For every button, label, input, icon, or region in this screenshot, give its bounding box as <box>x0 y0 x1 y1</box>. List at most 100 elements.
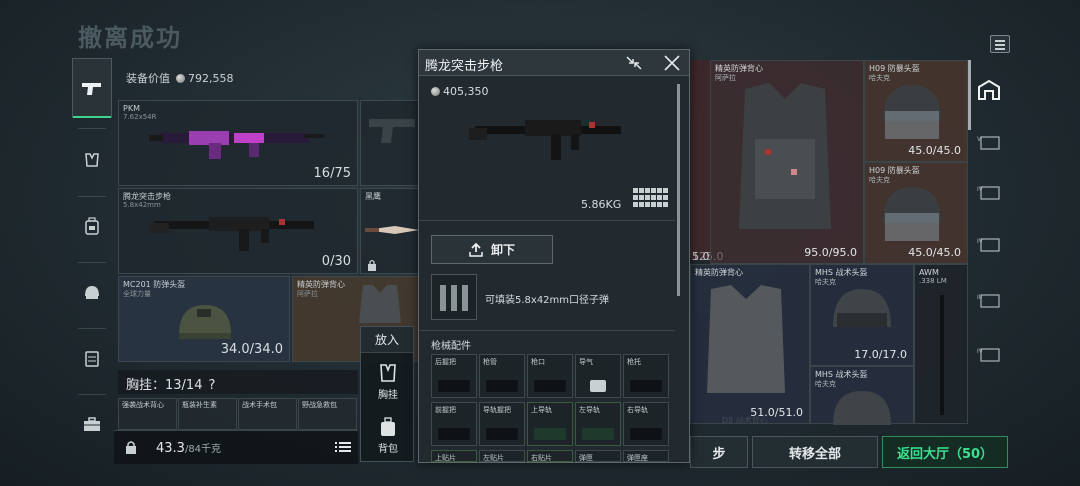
storage-4-icon[interactable]: IV <box>975 178 1003 206</box>
attachment-slot[interactable]: 枪管 <box>479 354 525 398</box>
unload-icon <box>469 242 483 257</box>
close-icon[interactable] <box>663 55 681 71</box>
storage-2-icon[interactable]: III <box>975 286 1003 314</box>
put-into-chest-rig[interactable]: 胸挂 <box>361 363 415 401</box>
slot-sub: 7.62x54R <box>123 113 157 121</box>
item-detail-popup: 腾龙突击步枪 405,350 5.86KG 卸下 可填装5.8x42mm口径子弹… <box>418 49 690 463</box>
backpack-icon <box>381 417 395 436</box>
item-name: H09 防暴头盔 <box>869 166 920 175</box>
item-name: AWM <box>919 268 939 277</box>
attachment-slot[interactable]: 上导轨 <box>527 402 573 446</box>
sort-button[interactable]: 步 <box>690 436 748 468</box>
armor-vest-image <box>359 285 401 323</box>
chest-rig-item[interactable]: 瓶装补生素 <box>178 398 237 430</box>
attachment-slot[interactable]: 枪口 <box>527 354 573 398</box>
carry-weight: 43.3/84千克 <box>156 440 221 456</box>
slot-melee[interactable]: 黑鹰 <box>360 188 420 274</box>
put-into-backpack-label: 背包 <box>378 444 398 455</box>
chest-rig-item[interactable]: 战术手术包 <box>238 398 297 430</box>
collapse-icon[interactable] <box>625 55 643 71</box>
chest-rig-item[interactable]: 强袭战术背心 <box>118 398 177 430</box>
case-icon <box>85 351 99 367</box>
attachment-slot[interactable]: 左贴片 <box>479 450 525 462</box>
nav-chest-rig[interactable] <box>72 130 112 190</box>
attachment-slot[interactable]: 枪托 <box>623 354 669 398</box>
attachment-slot[interactable]: 右贴片 <box>527 450 573 462</box>
attachment-slot[interactable]: 弹匣座 <box>623 450 669 462</box>
vest-image <box>707 285 785 393</box>
loot-item-helmet-1[interactable]: H09 防暴头盔 哈夫克 45.0/45.0 <box>864 60 968 162</box>
grid-size-icon <box>633 188 669 208</box>
popup-price: 405,350 <box>431 85 489 98</box>
item-name: MHS 战术头盔 <box>815 370 868 379</box>
attachment-slot[interactable]: 导轨握把 <box>479 402 525 446</box>
tactical-helmet-image <box>833 289 891 327</box>
attachment-slot[interactable]: 上贴片 <box>431 450 477 462</box>
pistol-silhouette <box>369 119 415 143</box>
put-into-chest-rig-label: 胸挂 <box>378 390 398 401</box>
attachment-label: 右导轨 <box>627 406 648 414</box>
item-durability: 45.0/45.0 <box>908 144 961 157</box>
helmet-icon <box>85 286 99 299</box>
slot-secondary-weapon[interactable]: 腾龙突击步枪 5.8x42mm 0/30 <box>118 188 358 274</box>
transfer-all-button[interactable]: 转移全部 <box>752 436 878 468</box>
attachment-label: 导气 <box>579 358 593 366</box>
ammo-compat-text: 可填装5.8x42mm口径子弹 <box>485 295 610 306</box>
pkm-weapon-image <box>149 131 324 159</box>
storage-3-icon[interactable]: IV <box>975 230 1003 258</box>
attachment-label: 左导轨 <box>579 406 600 414</box>
attachment-slot[interactable]: 左导轨 <box>575 402 621 446</box>
slot-sub: 全球力量 <box>123 290 151 298</box>
slot-name: 精英防弹背心 <box>297 280 345 289</box>
attachment-slot[interactable]: 导气 <box>575 354 621 398</box>
loot-item-awm[interactable]: AWM .338 LM <box>914 264 968 424</box>
durability: 34.0/34.0 <box>220 342 283 357</box>
item-name: 精英防弹背心 <box>695 268 743 277</box>
loot-item-helmet-2[interactable]: H09 防暴头盔 哈夫克 45.0/45.0 <box>864 162 968 264</box>
safehouse-icon[interactable] <box>975 76 1003 104</box>
popup-scrollbar[interactable] <box>677 84 680 296</box>
nav-weapon-pistol[interactable] <box>72 58 112 118</box>
loot-item-vest-2[interactable]: 精英防弹背心 51.0/51.0 <box>690 264 810 424</box>
attachment-slot[interactable]: 弹匣 <box>575 450 621 462</box>
riot-helmet-image <box>883 187 941 241</box>
nav-case[interactable] <box>72 328 112 388</box>
storage-1-icon[interactable]: IV <box>975 340 1003 368</box>
loot-item-vest-large[interactable]: 精英防弹背心 阿萨拉 95.0/95.0 <box>710 60 864 264</box>
loot-item-mhs-helmet-1[interactable]: MHS 战术头盔 哈夫克 17.0/17.0 <box>810 264 914 366</box>
svg-text:IV: IV <box>977 348 984 355</box>
chest-rig-header: 胸挂：13/14? <box>118 370 358 394</box>
slot-helmet[interactable]: MC201 防弹头盔 全球力量 34.0/34.0 <box>118 276 290 362</box>
put-into-backpack[interactable]: 背包 <box>361 417 415 455</box>
attachment-slot[interactable]: 右导轨 <box>623 402 669 446</box>
unload-button[interactable]: 卸下 <box>431 235 553 264</box>
nav-toolbox[interactable] <box>72 394 112 454</box>
unload-label: 卸下 <box>490 243 515 257</box>
attachment-slot[interactable]: 后握把 <box>431 354 477 398</box>
ammo-type-icon <box>431 274 477 320</box>
slot-pistol[interactable] <box>360 100 420 186</box>
menu-icon[interactable] <box>990 35 1010 53</box>
loot-scrollbar[interactable] <box>968 60 971 130</box>
loot-item-mhs-helmet-2[interactable]: MHS 战术头盔 哈夫克 <box>810 366 914 425</box>
item-sub: .338 LM <box>919 277 947 285</box>
nav-backpack[interactable] <box>72 196 112 256</box>
return-lobby-button[interactable]: 返回大厅（50） <box>882 436 1008 468</box>
ammo-count: 16/75 <box>313 166 351 181</box>
list-icon[interactable] <box>334 439 352 455</box>
slot-name: 腾龙突击步枪 <box>123 192 171 201</box>
attachment-label: 右贴片 <box>531 454 552 462</box>
attachment-label: 枪管 <box>483 358 497 366</box>
help-icon[interactable]: ? <box>208 378 215 393</box>
nav-helmet[interactable] <box>72 262 112 322</box>
svg-text:IV: IV <box>977 186 984 193</box>
page-title: 撤离成功 <box>78 24 182 52</box>
attachments-header: 枪械配件 <box>431 341 471 352</box>
equipment-value-label: 装备价值 <box>126 72 170 85</box>
attachment-label: 弹匣座 <box>627 454 648 462</box>
chest-rig-item[interactable]: 野战急救包 <box>298 398 357 430</box>
storage-5-icon[interactable]: V <box>975 128 1003 156</box>
popup-title: 腾龙突击步枪 <box>425 59 504 74</box>
attachment-slot[interactable]: 前握把 <box>431 402 477 446</box>
slot-primary-weapon[interactable]: PKM 7.62x54R 16/75 <box>118 100 358 186</box>
